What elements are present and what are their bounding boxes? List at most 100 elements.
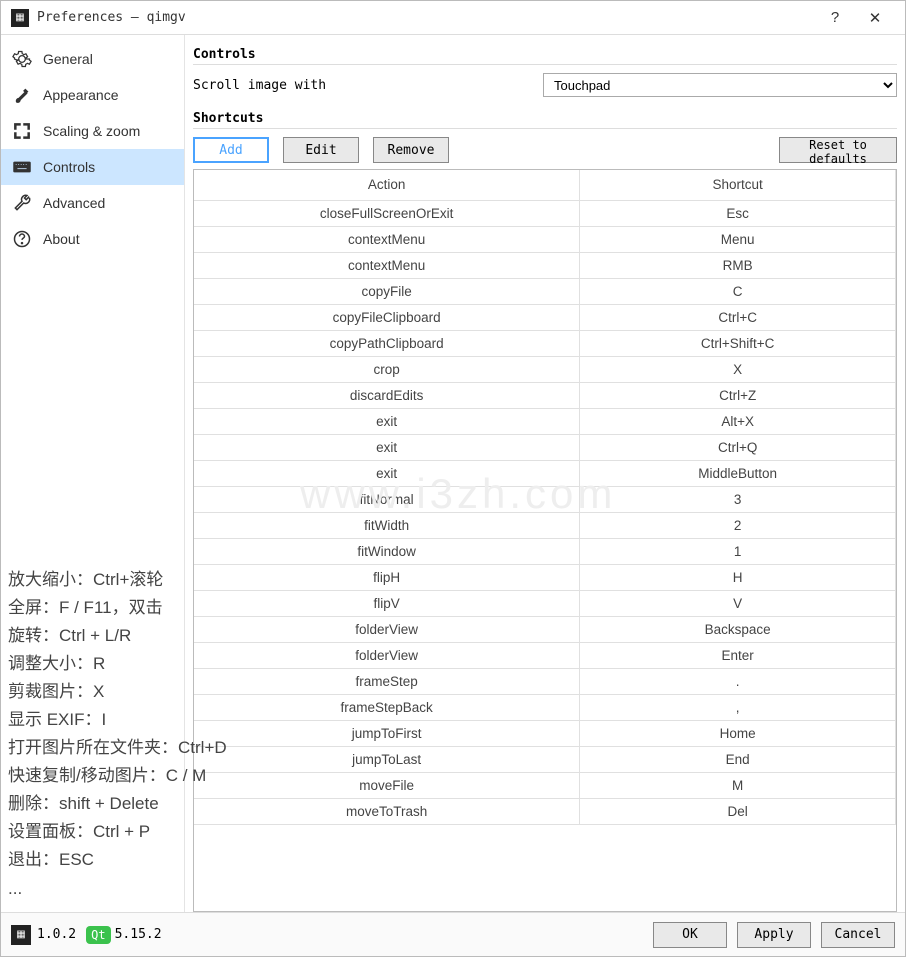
sidebar-item-advanced[interactable]: Advanced bbox=[1, 185, 184, 221]
brush-icon bbox=[11, 84, 33, 106]
table-row[interactable]: flipHH bbox=[194, 564, 896, 590]
reset-button[interactable]: Reset to defaults bbox=[779, 137, 897, 163]
table-row[interactable]: flipVV bbox=[194, 590, 896, 616]
shortcuts-table-wrap[interactable]: Action Shortcut closeFullScreenOrExitEsc… bbox=[193, 169, 897, 912]
action-cell: fitWidth bbox=[194, 512, 580, 538]
help-button[interactable]: ? bbox=[815, 9, 855, 26]
sidebar-item-label: General bbox=[43, 51, 93, 67]
app-icon: ▦ bbox=[11, 9, 29, 27]
table-row[interactable]: jumpToFirstHome bbox=[194, 720, 896, 746]
close-button[interactable]: ✕ bbox=[855, 9, 895, 27]
shortcut-cell: RMB bbox=[580, 252, 896, 278]
action-cell: jumpToFirst bbox=[194, 720, 580, 746]
shortcut-cell: Ctrl+Shift+C bbox=[580, 330, 896, 356]
shortcut-cell: End bbox=[580, 746, 896, 772]
table-row[interactable]: cropX bbox=[194, 356, 896, 382]
footer: ▦ 1.0.2 Qt 5.15.2 OK Apply Cancel bbox=[1, 912, 905, 956]
action-cell: copyPathClipboard bbox=[194, 330, 580, 356]
sidebar-item-label: Controls bbox=[43, 159, 95, 175]
window-title: Preferences — qimgv bbox=[37, 10, 815, 25]
shortcut-cell: Del bbox=[580, 798, 896, 824]
table-row[interactable]: fitNormal3 bbox=[194, 486, 896, 512]
action-cell: fitNormal bbox=[194, 486, 580, 512]
shortcut-cell: 2 bbox=[580, 512, 896, 538]
action-cell: flipH bbox=[194, 564, 580, 590]
table-row[interactable]: copyFileClipboardCtrl+C bbox=[194, 304, 896, 330]
scroll-label: Scroll image with bbox=[193, 78, 543, 93]
shortcut-cell: 1 bbox=[580, 538, 896, 564]
add-button[interactable]: Add bbox=[193, 137, 269, 163]
table-row[interactable]: moveToTrashDel bbox=[194, 798, 896, 824]
shortcut-cell: MiddleButton bbox=[580, 460, 896, 486]
shortcut-cell: Home bbox=[580, 720, 896, 746]
table-row[interactable]: contextMenuRMB bbox=[194, 252, 896, 278]
keyboard-icon bbox=[11, 156, 33, 178]
table-row[interactable]: discardEditsCtrl+Z bbox=[194, 382, 896, 408]
table-row[interactable]: fitWindow1 bbox=[194, 538, 896, 564]
shortcut-cell: Ctrl+Q bbox=[580, 434, 896, 460]
apply-button[interactable]: Apply bbox=[737, 922, 811, 948]
table-row[interactable]: frameStepBack, bbox=[194, 694, 896, 720]
action-cell: frameStepBack bbox=[194, 694, 580, 720]
sidebar-item-controls[interactable]: Controls bbox=[1, 149, 184, 185]
edit-button[interactable]: Edit bbox=[283, 137, 359, 163]
table-row[interactable]: folderViewBackspace bbox=[194, 616, 896, 642]
cancel-button[interactable]: Cancel bbox=[821, 922, 895, 948]
table-row[interactable]: exitCtrl+Q bbox=[194, 434, 896, 460]
shortcut-cell: Ctrl+Z bbox=[580, 382, 896, 408]
action-cell: discardEdits bbox=[194, 382, 580, 408]
content-panel: Controls Scroll image with Touchpad Shor… bbox=[185, 35, 905, 912]
shortcut-cell: Esc bbox=[580, 200, 896, 226]
table-row[interactable]: copyFileC bbox=[194, 278, 896, 304]
table-row[interactable]: frameStep. bbox=[194, 668, 896, 694]
sidebar-item-label: About bbox=[43, 231, 80, 247]
section-controls-header: Controls bbox=[193, 43, 897, 65]
sidebar: General Appearance Scaling & zoom Contro… bbox=[1, 35, 185, 912]
wrench-icon bbox=[11, 192, 33, 214]
shortcut-cell: Alt+X bbox=[580, 408, 896, 434]
shortcut-cell: 3 bbox=[580, 486, 896, 512]
shortcut-cell: M bbox=[580, 772, 896, 798]
table-row[interactable]: moveFileM bbox=[194, 772, 896, 798]
sidebar-item-label: Appearance bbox=[43, 87, 119, 103]
shortcut-cell: V bbox=[580, 590, 896, 616]
scale-icon bbox=[11, 120, 33, 142]
sidebar-item-appearance[interactable]: Appearance bbox=[1, 77, 184, 113]
action-cell: copyFileClipboard bbox=[194, 304, 580, 330]
sidebar-item-label: Scaling & zoom bbox=[43, 123, 140, 139]
table-row[interactable]: copyPathClipboardCtrl+Shift+C bbox=[194, 330, 896, 356]
action-cell: crop bbox=[194, 356, 580, 382]
shortcut-cell: Backspace bbox=[580, 616, 896, 642]
ok-button[interactable]: OK bbox=[653, 922, 727, 948]
action-cell: folderView bbox=[194, 616, 580, 642]
app-icon-small: ▦ bbox=[11, 925, 31, 945]
table-row[interactable]: exitAlt+X bbox=[194, 408, 896, 434]
app-version: 1.0.2 bbox=[37, 927, 76, 942]
sidebar-item-label: Advanced bbox=[43, 195, 105, 211]
remove-button[interactable]: Remove bbox=[373, 137, 449, 163]
table-row[interactable]: folderViewEnter bbox=[194, 642, 896, 668]
action-cell: copyFile bbox=[194, 278, 580, 304]
table-row[interactable]: jumpToLastEnd bbox=[194, 746, 896, 772]
shortcut-cell: H bbox=[580, 564, 896, 590]
table-row[interactable]: exitMiddleButton bbox=[194, 460, 896, 486]
col-action[interactable]: Action bbox=[194, 170, 580, 200]
titlebar: ▦ Preferences — qimgv ? ✕ bbox=[1, 1, 905, 35]
shortcut-cell: . bbox=[580, 668, 896, 694]
table-row[interactable]: contextMenuMenu bbox=[194, 226, 896, 252]
scroll-select[interactable]: Touchpad bbox=[543, 73, 897, 97]
gear-icon bbox=[11, 48, 33, 70]
action-cell: exit bbox=[194, 434, 580, 460]
qt-version: 5.15.2 bbox=[115, 927, 162, 942]
qt-badge: Qt bbox=[86, 926, 110, 944]
sidebar-item-about[interactable]: About bbox=[1, 221, 184, 257]
col-shortcut[interactable]: Shortcut bbox=[580, 170, 896, 200]
table-row[interactable]: closeFullScreenOrExitEsc bbox=[194, 200, 896, 226]
shortcut-cell: Ctrl+C bbox=[580, 304, 896, 330]
action-cell: flipV bbox=[194, 590, 580, 616]
action-cell: contextMenu bbox=[194, 226, 580, 252]
shortcut-cell: Enter bbox=[580, 642, 896, 668]
table-row[interactable]: fitWidth2 bbox=[194, 512, 896, 538]
sidebar-item-general[interactable]: General bbox=[1, 41, 184, 77]
sidebar-item-scaling[interactable]: Scaling & zoom bbox=[1, 113, 184, 149]
